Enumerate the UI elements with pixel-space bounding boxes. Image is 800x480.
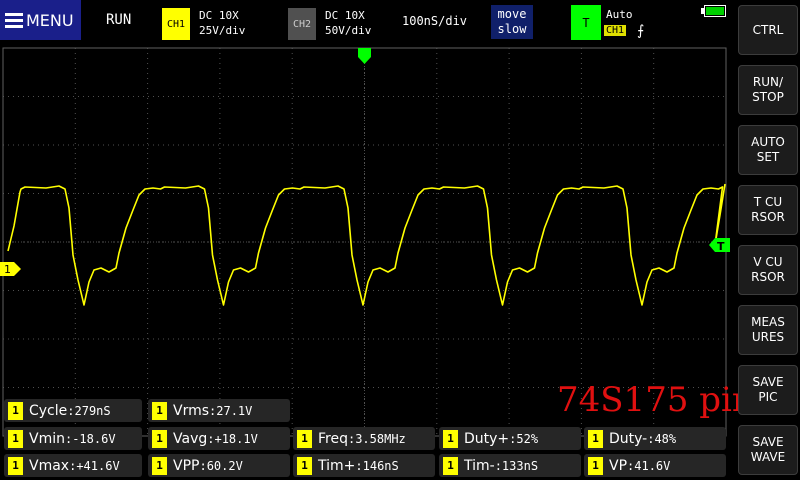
measurement-value: :60.2V: [199, 458, 243, 473]
measurement-name: Cycle: [29, 402, 68, 419]
measurement-vmax[interactable]: 1 Vmax:+41.6V: [4, 454, 142, 477]
save-wave-button[interactable]: SAVE WAVE: [738, 425, 798, 475]
measurement-vavg[interactable]: 1 Vavg:+18.1V: [148, 427, 290, 450]
save-pic-button[interactable]: SAVE PIC: [738, 365, 798, 415]
ch2-badge[interactable]: CH2: [288, 8, 316, 40]
hamburger-icon: [5, 10, 23, 31]
button-label-line1: AUTO: [751, 135, 785, 149]
measurement-cycle[interactable]: 1 Cycle:279nS: [4, 399, 142, 422]
measurement-duty-neg[interactable]: 1 Duty-:48%: [584, 427, 726, 450]
run-stop-button[interactable]: RUN/STOP: [738, 65, 798, 115]
ctrl-button[interactable]: CTRL: [738, 5, 798, 55]
measurement-name: Duty+: [464, 430, 510, 447]
button-label-line1: SAVE: [752, 435, 784, 449]
measurement-value: :3.58MHz: [347, 431, 406, 446]
button-label-line2: RSOR: [751, 210, 785, 224]
measurement-channel-badge: 1: [8, 456, 23, 475]
ch2-scale: 50V/div: [325, 24, 372, 37]
measurement-name: VPP: [173, 457, 200, 474]
measurement-vpp[interactable]: 1 VPP:60.2V: [148, 454, 290, 477]
measures-button[interactable]: MEAS URES: [738, 305, 798, 355]
button-label-line2: PIC: [758, 390, 778, 404]
v-cursor-button[interactable]: V CU RSOR: [738, 245, 798, 295]
measurement-channel-badge: 1: [152, 429, 167, 448]
measurement-name: Tim+: [318, 457, 356, 474]
button-label-line1: V CU: [753, 255, 783, 269]
button-label-line2: RSOR: [751, 270, 785, 284]
measurement-tim-neg[interactable]: 1 Tim-:133nS: [439, 454, 581, 477]
button-label-line1: MEAS: [751, 315, 785, 329]
measurement-value: :-18.6V: [64, 431, 116, 446]
measurement-channel-badge: 1: [443, 429, 458, 448]
menu-label: MENU: [26, 10, 74, 30]
button-label-line1: RUN/: [752, 75, 784, 89]
measurement-duty-pos[interactable]: 1 Duty+:52%: [439, 427, 581, 450]
button-label-line2: STOP: [752, 90, 784, 104]
measurement-value: :52%: [509, 431, 539, 446]
ch1-badge[interactable]: CH1: [162, 8, 190, 40]
trigger-badge[interactable]: T: [571, 5, 601, 41]
trigger-edge-icon: ⨍: [637, 23, 645, 39]
button-label-line1: T CU: [753, 195, 783, 209]
ch1-info[interactable]: DC 10X 25V/div: [199, 8, 245, 38]
ch1-marker-label: 1: [4, 263, 11, 276]
ch2-info[interactable]: DC 10X 50V/div: [325, 8, 371, 38]
measurement-vp[interactable]: 1 VP:41.6V: [584, 454, 726, 477]
measurement-channel-badge: 1: [588, 429, 603, 448]
ch2-coupling: DC 10X: [325, 9, 365, 22]
measurement-vrms[interactable]: 1 Vrms:27.1V: [148, 399, 290, 422]
measurement-name: Tim-: [464, 457, 495, 474]
measurement-value: :279nS: [67, 403, 111, 418]
measurement-channel-badge: 1: [8, 429, 23, 448]
measurement-value: :48%: [647, 431, 677, 446]
measurement-channel-badge: 1: [443, 456, 458, 475]
measurement-channel-badge: 1: [152, 456, 167, 475]
button-label-line2: WAVE: [750, 450, 786, 464]
measurement-value: :+18.1V: [207, 431, 258, 446]
measurement-value: :+41.6V: [69, 458, 120, 473]
menu-button[interactable]: MENU: [0, 0, 81, 40]
move-label: move: [497, 7, 527, 21]
button-label-line1: CTRL: [752, 22, 784, 37]
measurement-channel-badge: 1: [8, 401, 23, 420]
measurement-channel-badge: 1: [152, 401, 167, 420]
auto-set-button[interactable]: AUTO SET: [738, 125, 798, 175]
ch1-coupling: DC 10X: [199, 9, 239, 22]
battery-icon: [701, 5, 726, 17]
measurement-value: :133nS: [494, 458, 539, 473]
measurement-name: VP: [609, 457, 628, 474]
trigger-source: CH1: [604, 25, 627, 36]
trigger-mode[interactable]: Auto: [606, 8, 633, 21]
measurement-name: Vmax: [29, 457, 70, 474]
measurement-name: Vavg: [173, 430, 208, 447]
move-speed-button[interactable]: move slow: [491, 5, 533, 39]
measurement-vmin[interactable]: 1 Vmin:-18.6V: [4, 427, 142, 450]
t-cursor-button[interactable]: T CU RSOR: [738, 185, 798, 235]
button-label-line1: SAVE: [752, 375, 784, 389]
measurement-name: Vrms: [173, 402, 210, 419]
measurement-value: :146nS: [355, 458, 399, 473]
measurement-value: :41.6V: [627, 458, 671, 473]
measurement-channel-badge: 1: [297, 429, 312, 448]
measurement-name: Freq: [318, 430, 348, 447]
measurement-name: Vmin: [29, 430, 65, 447]
trigger-level-label: T: [717, 240, 725, 253]
measurement-value: :27.1V: [209, 403, 253, 418]
measurement-tim-pos[interactable]: 1 Tim+:146nS: [293, 454, 435, 477]
timebase[interactable]: 100nS/div: [402, 14, 467, 28]
measurement-channel-badge: 1: [297, 456, 312, 475]
measurement-name: Duty-: [609, 430, 648, 447]
button-label-line2: SET: [756, 150, 780, 164]
ch1-scale: 25V/div: [199, 24, 246, 37]
run-state[interactable]: RUN: [106, 12, 131, 28]
measurement-channel-badge: 1: [588, 456, 603, 475]
button-label-line2: URES: [751, 330, 785, 344]
measurement-freq[interactable]: 1 Freq:3.58MHz: [293, 427, 435, 450]
speed-label: slow: [497, 22, 527, 36]
